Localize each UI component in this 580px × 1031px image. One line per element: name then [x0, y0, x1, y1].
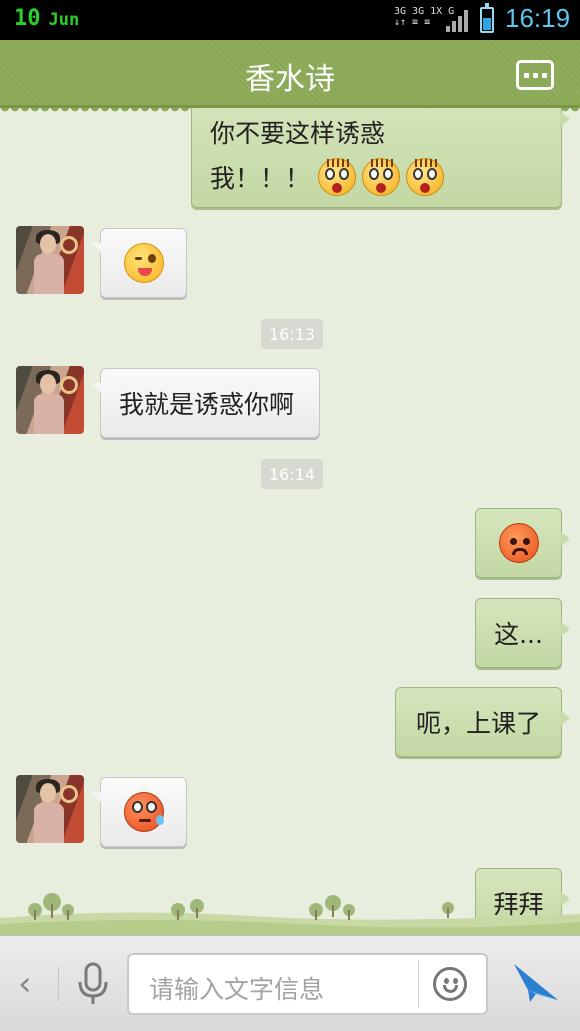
- landscape-decoration: [0, 893, 580, 935]
- status-time: 16:19: [505, 3, 571, 33]
- message-bubble-incoming[interactable]: 我就是诱惑你啊: [91, 368, 320, 438]
- microphone-icon[interactable]: [76, 962, 110, 1006]
- shocked-emoji-icon: [362, 158, 401, 196]
- wink-tongue-emoji-icon: [123, 243, 164, 283]
- message-bubble-outgoing[interactable]: 你不要这样诱惑 我！！！: [191, 108, 570, 208]
- status-date: 10 Jun: [14, 6, 79, 31]
- message-text: 这...: [494, 620, 543, 649]
- avatar[interactable]: [16, 226, 84, 294]
- avatar[interactable]: [16, 366, 84, 434]
- chat-title: 香水诗: [245, 62, 335, 97]
- battery-icon: [480, 3, 494, 33]
- angry-emoji-icon: [498, 523, 539, 563]
- status-month: Jun: [48, 10, 80, 30]
- status-bar: 10 Jun 3G 3G 1X G ↓↑ ≡ ≡ 16:19: [0, 0, 580, 40]
- message-text: 我就是诱惑你啊: [119, 390, 295, 419]
- message-text: 我！！！: [210, 164, 311, 193]
- message-bubble-outgoing[interactable]: 呃，上课了: [395, 687, 570, 757]
- input-bar: ‹ 请输入文字信息: [0, 935, 580, 1031]
- message-text: 呃，上课了: [415, 709, 541, 738]
- avatar[interactable]: [16, 775, 84, 843]
- send-icon[interactable]: [512, 960, 560, 1004]
- message-timestamp: 16:13: [261, 319, 324, 349]
- sweat-emoji-icon: [123, 792, 164, 832]
- chevron-left-icon[interactable]: ‹: [18, 964, 32, 1004]
- chat-list[interactable]: 你不要这样诱惑 我！！！ 16:13 我就是诱惑你啊 16:14 这... 呃，…: [0, 108, 580, 935]
- message-bubble-outgoing[interactable]: [475, 508, 570, 578]
- message-bubble-incoming[interactable]: [91, 777, 187, 847]
- message-bubble-outgoing[interactable]: 这...: [475, 598, 570, 668]
- title-bar: 香水诗: [0, 40, 580, 114]
- signal-icon: [446, 10, 468, 32]
- status-day: 10: [14, 6, 41, 31]
- message-text: 你不要这样诱惑: [210, 119, 386, 148]
- message-bubble-incoming[interactable]: [91, 228, 187, 298]
- shocked-emoji-icon: [318, 158, 357, 196]
- shocked-emoji-icon: [406, 158, 445, 196]
- more-options-icon[interactable]: [516, 60, 554, 90]
- message-input-placeholder: 请输入文字信息: [149, 975, 325, 1004]
- input-divider: [418, 960, 419, 1008]
- message-timestamp: 16:14: [261, 459, 324, 489]
- divider: [58, 966, 59, 1002]
- smiley-icon[interactable]: [433, 967, 467, 1001]
